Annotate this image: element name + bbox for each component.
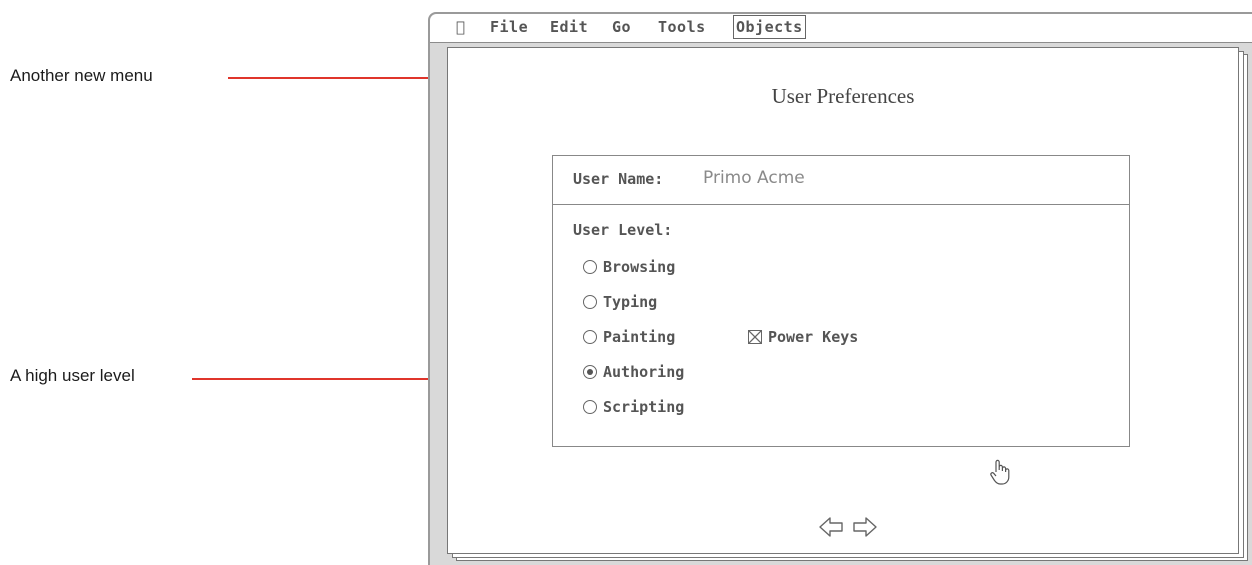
browse-hand-icon bbox=[990, 459, 1010, 485]
callout-level-note: A high user level bbox=[10, 366, 135, 385]
menu-objects[interactable]: Objects bbox=[733, 15, 806, 39]
menu-edit[interactable]: Edit bbox=[550, 16, 588, 38]
preferences-panel: User Name: Primo Acme User Level: Browsi… bbox=[552, 155, 1130, 447]
level-option-label: Scripting bbox=[603, 398, 685, 416]
hypercard-screen:  File Edit Go Tools Objects User Prefer… bbox=[428, 12, 1252, 565]
level-option-label: Authoring bbox=[603, 363, 685, 381]
radio-button[interactable] bbox=[583, 295, 597, 309]
level-option-label: Typing bbox=[603, 293, 658, 311]
level-option-typing[interactable]: Typing bbox=[583, 291, 657, 313]
level-option-label: Painting bbox=[603, 328, 676, 346]
level-option-label: Browsing bbox=[603, 258, 676, 276]
radio-button[interactable] bbox=[583, 260, 597, 274]
menu-go[interactable]: Go bbox=[612, 16, 631, 38]
user-name-label: User Name: bbox=[573, 170, 664, 188]
menu-file[interactable]: File bbox=[490, 16, 528, 38]
level-option-scripting[interactable]: Scripting bbox=[583, 396, 684, 418]
user-name-row: User Name: Primo Acme bbox=[553, 156, 1129, 205]
level-option-browsing[interactable]: Browsing bbox=[583, 256, 675, 278]
card-title: User Preferences bbox=[771, 84, 915, 108]
level-option-authoring[interactable]: Authoring bbox=[583, 361, 684, 383]
level-option-painting[interactable]: Painting bbox=[583, 326, 675, 348]
left-arrow-icon[interactable] bbox=[818, 516, 844, 538]
apple-icon[interactable]:  bbox=[456, 16, 466, 38]
menu-bar:  File Edit Go Tools Objects bbox=[430, 14, 1252, 43]
power-keys-label: Power Keys bbox=[768, 328, 859, 346]
power-keys-option[interactable]: Power Keys bbox=[748, 326, 858, 348]
checkbox-checked[interactable] bbox=[748, 330, 762, 344]
user-name-field[interactable]: Primo Acme bbox=[703, 168, 805, 188]
menu-tools[interactable]: Tools bbox=[658, 16, 706, 38]
user-preferences-card: User Preferences User Name: Primo Acme U… bbox=[447, 47, 1239, 554]
radio-button-selected[interactable] bbox=[583, 365, 597, 379]
radio-button[interactable] bbox=[583, 400, 597, 414]
callout-menu-note: Another new menu bbox=[10, 66, 153, 85]
user-level-label: User Level: bbox=[573, 221, 673, 239]
right-arrow-icon[interactable] bbox=[852, 516, 878, 538]
radio-button[interactable] bbox=[583, 330, 597, 344]
